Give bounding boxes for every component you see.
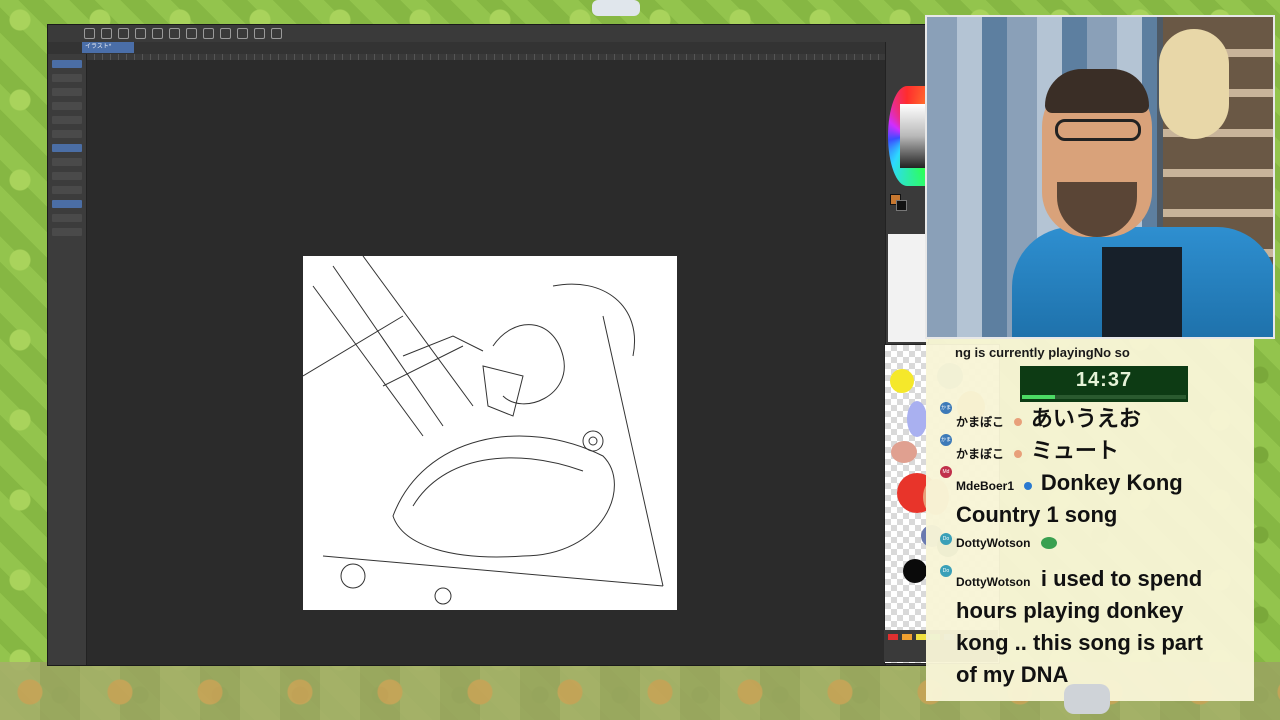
chat-message: DottyWotson i used to spend: [956, 563, 1202, 595]
pen-icon[interactable]: [237, 28, 248, 39]
open-file-icon[interactable]: [101, 28, 112, 39]
painting-app-window: イラスト*: [47, 24, 929, 666]
undo-icon[interactable]: [152, 28, 163, 39]
fill-icon[interactable]: [186, 28, 197, 39]
tool-row-selected[interactable]: [52, 60, 82, 68]
select-icon[interactable]: [220, 28, 231, 39]
chat-text: Country 1 song: [956, 502, 1118, 527]
chat-username: かまぼこ: [956, 415, 1005, 429]
sketch-canvas[interactable]: [302, 255, 677, 610]
chat-text: i used to spend: [1040, 566, 1203, 591]
tool-row[interactable]: [52, 116, 82, 124]
chat-emote-icon: [1014, 449, 1023, 458]
chat-text: ミュート: [1030, 438, 1119, 463]
glasses: [1055, 119, 1141, 141]
app-toolbar: [48, 25, 928, 43]
chat-message-continued: kong .. this song is part: [956, 627, 1203, 659]
tool-row[interactable]: [52, 102, 82, 110]
stream-timer: 14:37: [1020, 366, 1188, 402]
brush-icon[interactable]: [271, 28, 282, 39]
tool-row[interactable]: [52, 172, 82, 180]
tool-row[interactable]: [52, 214, 82, 222]
streamer-hair: [1045, 69, 1149, 113]
chat-username: DottyWotson: [956, 536, 1031, 550]
tool-row[interactable]: [52, 130, 82, 138]
chat-text: hours playing donkey: [956, 598, 1184, 623]
tool-row[interactable]: [52, 186, 82, 194]
webcam-feed: [925, 15, 1275, 339]
chat-text: kong .. this song is part: [956, 630, 1203, 655]
chat-badge-icon: かま: [940, 434, 952, 446]
new-file-icon[interactable]: [84, 28, 95, 39]
tool-row[interactable]: [52, 74, 82, 82]
overlay-critter-bottom: [1064, 684, 1110, 714]
navigator-thumbnail[interactable]: [888, 234, 928, 342]
transform-icon[interactable]: [203, 28, 214, 39]
tool-row[interactable]: [52, 158, 82, 166]
paint-blob[interactable]: [903, 559, 927, 583]
chat-emote-icon: [1024, 481, 1033, 490]
sub-color-swatch[interactable]: [896, 200, 907, 211]
chat-message-continued: of my DNA: [956, 659, 1068, 691]
chat-message-continued: Country 1 song: [956, 499, 1117, 531]
tool-row[interactable]: [52, 228, 82, 236]
timer-progress-fill: [1022, 395, 1055, 399]
paint-blob[interactable]: [890, 369, 914, 393]
chat-badge-icon: Do: [940, 565, 952, 577]
chat-emote-icon: [1014, 417, 1023, 426]
chat-badge-icon: Md: [940, 466, 952, 478]
chat-message: MdeBoer1 Donkey Kong: [956, 467, 1183, 499]
pencil-icon[interactable]: [254, 28, 265, 39]
color-chip[interactable]: [916, 634, 926, 640]
horizontal-ruler: [86, 54, 886, 60]
document-tab[interactable]: イラスト*: [82, 42, 134, 53]
chat-username: かまぼこ: [956, 447, 1005, 461]
teddy-bear: [1159, 29, 1229, 139]
chat-badge-icon: かま: [940, 402, 952, 414]
save-icon[interactable]: [118, 28, 129, 39]
tool-row-selected[interactable]: [52, 200, 82, 208]
chat-username: MdeBoer1: [956, 479, 1015, 493]
chat-message-continued: hours playing donkey: [956, 595, 1183, 627]
chat-message: かまぼこ ミュート: [956, 435, 1119, 467]
sketch-lines: [302, 255, 664, 605]
document-tab-bar: イラスト*: [48, 42, 928, 54]
chat-username: DottyWotson: [956, 575, 1031, 589]
chat-badge-icon: Do: [940, 533, 952, 545]
chat-text: あいうえお: [1030, 406, 1141, 431]
chat-text: Donkey Kong: [1040, 470, 1183, 495]
print-icon[interactable]: [135, 28, 146, 39]
chat-text: of my DNA: [956, 662, 1069, 687]
overlay-critter-top: [592, 0, 640, 16]
streamer-shirt-stripe: [1102, 247, 1182, 337]
tool-row[interactable]: [52, 88, 82, 96]
paint-blob[interactable]: [891, 441, 917, 463]
chat-message: かまぼこ あいうえお: [956, 403, 1141, 435]
color-chip[interactable]: [888, 634, 898, 640]
tool-row-selected[interactable]: [52, 144, 82, 152]
paint-blob[interactable]: [907, 401, 927, 437]
tool-property-panel: [48, 54, 87, 665]
frog-emote-icon: [1040, 536, 1057, 549]
timer-progress-track: [1022, 395, 1186, 399]
chat-message: DottyWotson: [956, 534, 1061, 552]
settings-icon[interactable]: [169, 28, 180, 39]
color-square[interactable]: [900, 104, 926, 168]
now-playing-ticker: ng is currently playingNo so: [955, 345, 1130, 360]
timer-text: 14:37: [1075, 369, 1133, 391]
color-chip[interactable]: [902, 634, 912, 640]
